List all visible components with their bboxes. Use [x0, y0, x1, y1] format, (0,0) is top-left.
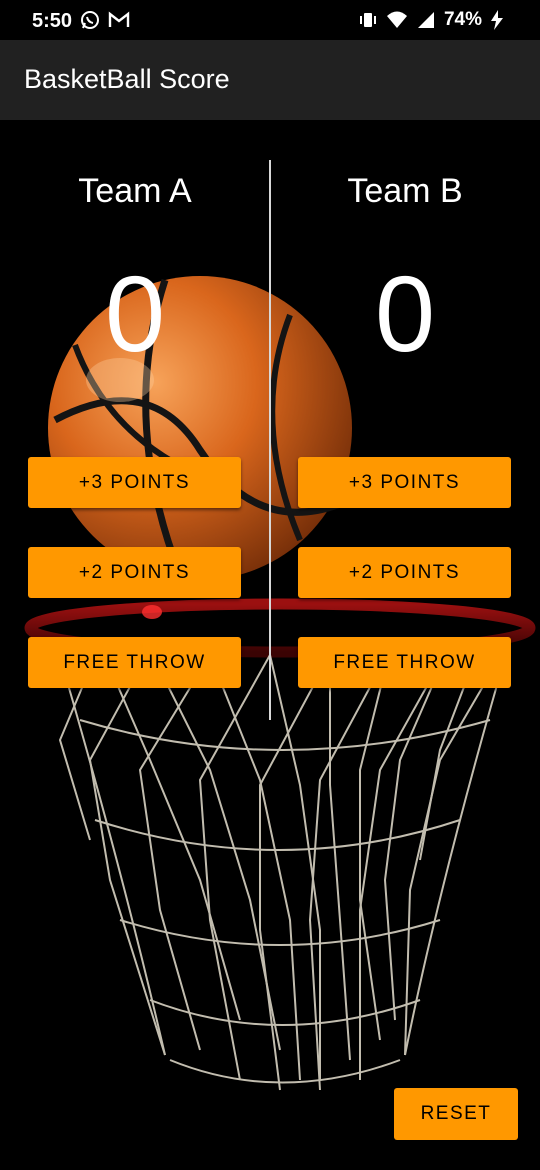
team-a-plus-two-button[interactable]: +2 POINTS	[28, 547, 241, 598]
team-a-free-throw-button[interactable]: FREE THROW	[28, 637, 241, 688]
whatsapp-icon	[80, 10, 100, 30]
status-right: 74%	[358, 9, 504, 31]
team-a-name: Team A	[78, 172, 192, 210]
team-b-plus-two-button[interactable]: +2 POINTS	[298, 547, 511, 598]
battery-percent: 74%	[443, 9, 482, 30]
gmail-icon	[108, 11, 130, 29]
app-title: BasketBall Score	[24, 64, 230, 94]
team-b-column: Team B 0 +3 POINTS +2 POINTS FREE THROW	[270, 120, 540, 720]
signal-icon	[416, 10, 436, 30]
scoreboard-content: Team A 0 +3 POINTS +2 POINTS FREE THROW …	[0, 120, 540, 1170]
vibrate-icon	[358, 10, 378, 30]
reset-button[interactable]: RESET	[394, 1088, 518, 1140]
team-a-column: Team A 0 +3 POINTS +2 POINTS FREE THROW	[0, 120, 270, 720]
wifi-icon	[386, 10, 408, 30]
app-bar: BasketBall Score	[0, 40, 540, 120]
team-b-name: Team B	[347, 172, 463, 210]
battery-charging-icon	[490, 10, 504, 30]
team-a-plus-three-button[interactable]: +3 POINTS	[28, 457, 241, 508]
team-a-score: 0	[104, 253, 166, 374]
notification-icons	[80, 10, 130, 30]
team-b-plus-three-button[interactable]: +3 POINTS	[298, 457, 511, 508]
team-b-score: 0	[374, 253, 436, 374]
status-bar: 5:50 74%	[0, 0, 540, 40]
status-time: 5:50	[32, 10, 73, 32]
team-b-free-throw-button[interactable]: FREE THROW	[298, 637, 511, 688]
